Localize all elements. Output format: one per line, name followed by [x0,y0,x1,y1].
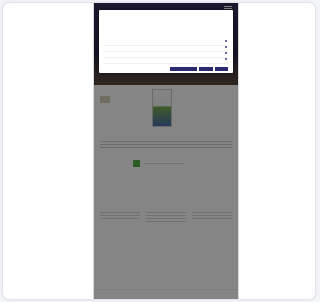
modal-button-1[interactable] [170,67,197,71]
consent-row-toggle[interactable] [225,40,228,45]
consent-row-toggle[interactable] [225,46,228,51]
modal-button-3[interactable] [215,67,228,71]
consent-list [104,40,228,64]
mobile-viewport [93,3,239,299]
consent-row-toggle[interactable] [225,52,228,57]
consent-row-toggle[interactable] [225,58,228,63]
toggle-indicator-icon [225,46,227,49]
consent-row[interactable] [104,58,228,64]
cookie-consent-modal [99,10,233,73]
modal-button-2[interactable] [199,67,213,71]
modal-actions [104,67,228,72]
toggle-indicator-icon [225,40,227,43]
toggle-indicator-icon [225,52,227,55]
toggle-indicator-icon [225,58,227,61]
